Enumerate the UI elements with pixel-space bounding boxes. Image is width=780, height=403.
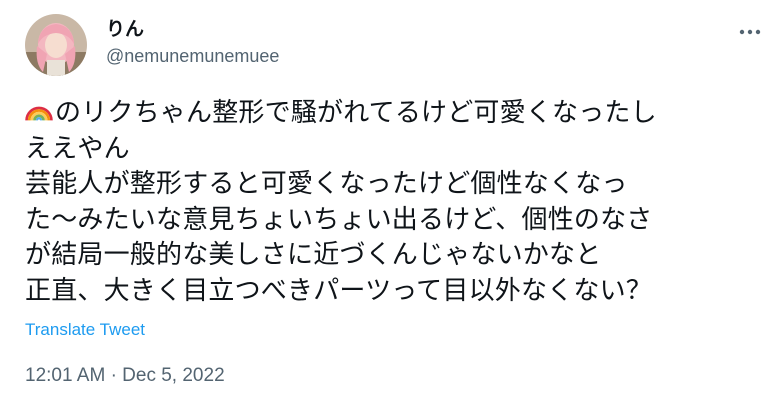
timestamp-separator: · — [110, 365, 117, 386]
tweet-timestamp: 12:01 AM · Dec 5, 2022 — [25, 365, 225, 387]
tweet-card: りん @nemunemunemuee のリクちゃん整形で騒がれてるけど可愛くなっ… — [0, 0, 780, 403]
tweet-line-1: のリクちゃん整形で騒がれてるけど可愛くなったし — [25, 96, 765, 132]
tweet-line-5: が結局一般的な美しさに近づくんじゃないかなと — [25, 240, 602, 270]
user-handle[interactable]: @nemunemunemuee — [106, 44, 279, 68]
more-options-button[interactable] — [735, 22, 767, 42]
tweet-line-4: た〜みたいな意見ちょいちょい出るけど、個性のなさ — [25, 204, 653, 235]
tweet-line-2: ええやん — [25, 133, 130, 164]
user-avatar[interactable] — [25, 14, 87, 76]
tweet-time[interactable]: 12:01 AM — [25, 365, 105, 386]
more-options-icon — [739, 29, 761, 35]
display-name[interactable]: りん — [106, 17, 144, 41]
tweet-text: のリクちゃん整形で騒がれてるけど可愛くなったし ええやん 芸能人が整形すると可愛… — [25, 96, 765, 309]
avatar-photo-icon — [25, 14, 87, 76]
tweet-date[interactable]: Dec 5, 2022 — [122, 365, 224, 386]
rainbow-emoji-icon — [25, 106, 53, 121]
translate-tweet-link[interactable]: Translate Tweet — [25, 320, 145, 340]
tweet-line-text: のリクちゃん整形で騒がれてるけど可愛くなったし — [55, 98, 657, 128]
tweet-line-6: 正直、大きく目立つべきパーツって目以外なくない？ — [25, 275, 652, 306]
tweet-line-3: 芸能人が整形すると可愛くなったけど個性なくなっ — [25, 169, 628, 199]
